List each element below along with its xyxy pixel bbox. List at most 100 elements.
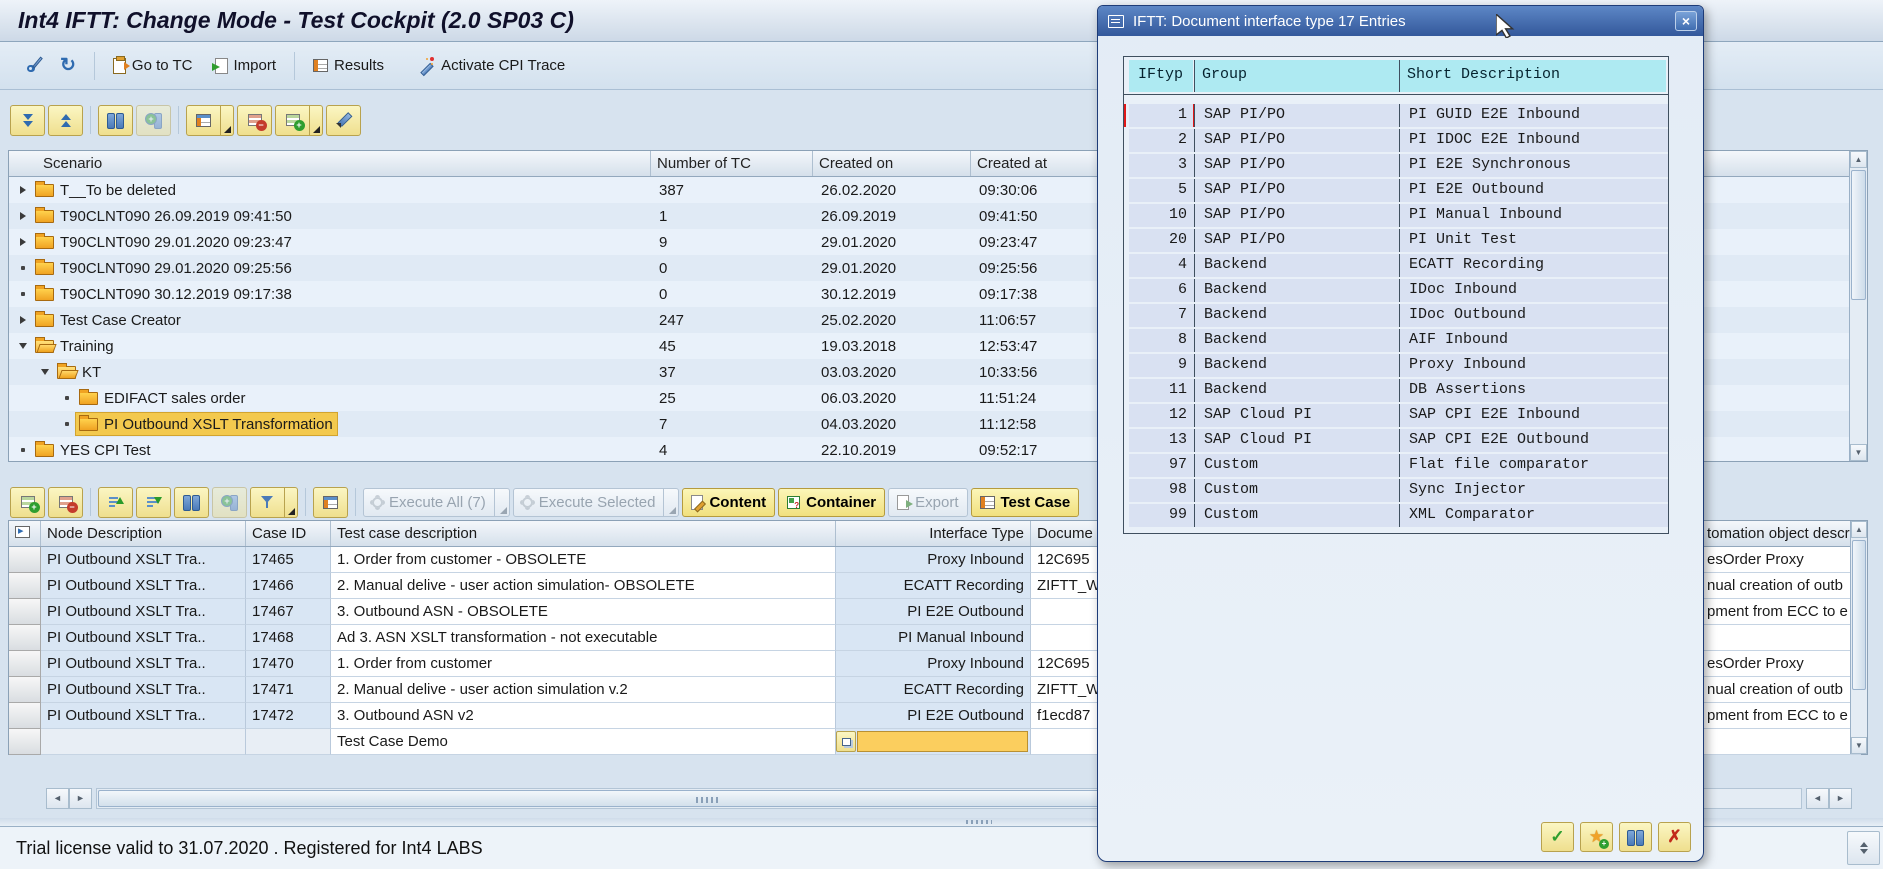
goto-tc-button[interactable]: Go to TC bbox=[105, 49, 201, 83]
delete-row-button[interactable] bbox=[237, 105, 272, 136]
import-button[interactable]: Import bbox=[207, 49, 285, 83]
column-header-test-case-description[interactable]: Test case description bbox=[331, 521, 836, 546]
iftyp-cell[interactable]: 7 bbox=[1124, 304, 1195, 327]
test-case-description-cell[interactable]: 1. Order from customer bbox=[331, 651, 836, 677]
iftyp-cell[interactable]: 20 bbox=[1124, 229, 1195, 252]
scroll-down-arrow[interactable]: ▼ bbox=[1851, 737, 1867, 754]
sort-descending-button[interactable] bbox=[136, 487, 171, 518]
insert-row-dropdown[interactable] bbox=[310, 105, 323, 136]
tree-node-label[interactable]: EDIFACT sales order bbox=[104, 390, 245, 407]
short-description-cell[interactable]: ECATT Recording bbox=[1400, 254, 1668, 277]
popup-column-short-description[interactable]: Short Description bbox=[1400, 60, 1668, 92]
tree-node[interactable]: YES CPI Test bbox=[31, 438, 156, 462]
expander-icon[interactable] bbox=[15, 238, 31, 246]
tree-node-label[interactable]: T90CLNT090 26.09.2019 09:41:50 bbox=[60, 208, 292, 225]
short-description-cell[interactable]: DB Assertions bbox=[1400, 379, 1668, 402]
row-selector[interactable] bbox=[9, 703, 41, 729]
scrollbar-thumb[interactable] bbox=[1851, 170, 1866, 300]
test-case-description-input[interactable]: Test Case Demo bbox=[331, 729, 836, 755]
display-change-button[interactable] bbox=[10, 49, 46, 83]
popup-table-row[interactable]: 6 Backend IDoc Inbound bbox=[1124, 279, 1668, 304]
tree-node-label[interactable]: YES CPI Test bbox=[60, 442, 151, 459]
filter-button[interactable] bbox=[250, 487, 285, 518]
insert-row-button[interactable] bbox=[275, 105, 310, 136]
short-description-cell[interactable]: Proxy Inbound bbox=[1400, 354, 1668, 377]
popup-table-row[interactable]: 97 Custom Flat file comparator bbox=[1124, 454, 1668, 479]
group-cell[interactable]: Backend bbox=[1195, 354, 1400, 377]
tree-node-label[interactable]: KT bbox=[82, 364, 101, 381]
iftyp-cell[interactable]: 5 bbox=[1124, 179, 1195, 202]
case-find-button[interactable] bbox=[174, 487, 209, 518]
popup-titlebar[interactable]: IFTT: Document interface type 17 Entries bbox=[1098, 6, 1703, 36]
row-selector[interactable] bbox=[9, 729, 41, 755]
column-header-node-description[interactable]: Node Description bbox=[41, 521, 246, 546]
case-find-next-button[interactable] bbox=[212, 487, 247, 518]
iftyp-cell[interactable]: 98 bbox=[1124, 479, 1195, 502]
expander-icon[interactable] bbox=[15, 212, 31, 220]
container-button[interactable]: Container bbox=[778, 488, 885, 517]
status-message-list-toggle[interactable] bbox=[1847, 831, 1880, 865]
group-cell[interactable]: Custom bbox=[1195, 454, 1400, 477]
iftyp-cell[interactable]: 99 bbox=[1124, 504, 1195, 527]
value-help-f4-button[interactable] bbox=[836, 731, 856, 752]
interface-type-input[interactable] bbox=[857, 731, 1028, 752]
group-cell[interactable]: SAP Cloud PI bbox=[1195, 404, 1400, 427]
tree-node[interactable]: T90CLNT090 26.09.2019 09:41:50 bbox=[31, 204, 297, 228]
iftyp-cell[interactable]: 13 bbox=[1124, 429, 1195, 452]
scroll-up-arrow[interactable]: ▲ bbox=[1851, 521, 1867, 538]
execute-selected-button[interactable]: Execute Selected bbox=[513, 488, 665, 517]
tree-node[interactable]: T90CLNT090 29.01.2020 09:23:47 bbox=[31, 230, 297, 254]
column-header-case-id[interactable]: Case ID bbox=[246, 521, 331, 546]
results-button[interactable]: Results bbox=[305, 49, 392, 83]
row-selector[interactable] bbox=[9, 625, 41, 651]
popup-new-entries-button[interactable] bbox=[1580, 822, 1613, 852]
test-case-button[interactable]: Test Case bbox=[971, 488, 1080, 517]
iftyp-cell[interactable]: 8 bbox=[1124, 329, 1195, 352]
expander-icon[interactable] bbox=[15, 448, 31, 452]
popup-close-button[interactable] bbox=[1675, 11, 1697, 31]
scroll-down-arrow[interactable]: ▼ bbox=[1850, 444, 1867, 461]
group-cell[interactable]: SAP PI/PO bbox=[1195, 204, 1400, 227]
short-description-cell[interactable]: PI IDOC E2E Inbound bbox=[1400, 129, 1668, 152]
tree-node[interactable]: T90CLNT090 30.12.2019 09:17:38 bbox=[31, 282, 297, 306]
popup-table-row[interactable]: 11 Backend DB Assertions bbox=[1124, 379, 1668, 404]
tree-node[interactable]: PI Outbound XSLT Transformation bbox=[75, 412, 338, 436]
tree-node-label[interactable]: T90CLNT090 29.01.2020 09:23:47 bbox=[60, 234, 292, 251]
group-cell[interactable]: SAP PI/PO bbox=[1195, 129, 1400, 152]
group-cell[interactable]: SAP PI/PO bbox=[1195, 154, 1400, 177]
popup-confirm-button[interactable] bbox=[1541, 822, 1574, 852]
group-cell[interactable]: SAP PI/PO bbox=[1195, 229, 1400, 252]
row-selector[interactable] bbox=[9, 573, 41, 599]
select-all-header[interactable] bbox=[9, 521, 41, 546]
short-description-cell[interactable]: XML Comparator bbox=[1400, 504, 1668, 527]
tree-node-label[interactable]: PI Outbound XSLT Transformation bbox=[104, 416, 333, 433]
row-selector[interactable] bbox=[9, 677, 41, 703]
expander-icon[interactable] bbox=[59, 396, 75, 400]
short-description-cell[interactable]: IDoc Outbound bbox=[1400, 304, 1668, 327]
popup-table-row[interactable]: 10 SAP PI/PO PI Manual Inbound bbox=[1124, 204, 1668, 229]
hierarchy-settings-button[interactable] bbox=[186, 105, 221, 136]
tree-node[interactable]: KT bbox=[53, 360, 106, 384]
execute-all-dropdown[interactable] bbox=[495, 488, 510, 517]
find-button[interactable] bbox=[98, 105, 133, 136]
scroll-right-arrow[interactable]: ► bbox=[69, 788, 92, 809]
short-description-cell[interactable]: PI E2E Synchronous bbox=[1400, 154, 1668, 177]
group-cell[interactable]: Backend bbox=[1195, 254, 1400, 277]
popup-table-row[interactable]: 20 SAP PI/PO PI Unit Test bbox=[1124, 229, 1668, 254]
case-vertical-scrollbar[interactable]: ▲ ▼ bbox=[1850, 521, 1867, 754]
scroll-right-arrow[interactable]: ► bbox=[1829, 788, 1852, 809]
scroll-left-arrow[interactable]: ◄ bbox=[46, 788, 69, 809]
refresh-button[interactable]: ↻ bbox=[52, 49, 84, 83]
group-cell[interactable]: SAP PI/PO bbox=[1195, 179, 1400, 202]
iftyp-cell[interactable]: 11 bbox=[1124, 379, 1195, 402]
find-next-button[interactable] bbox=[136, 105, 171, 136]
tree-node[interactable]: T__To be deleted bbox=[31, 178, 181, 202]
test-case-description-cell[interactable]: 1. Order from customer - OBSOLETE bbox=[331, 547, 836, 573]
column-header-created-on[interactable]: Created on bbox=[813, 151, 971, 176]
expand-all-button[interactable] bbox=[10, 105, 45, 136]
iftyp-cell[interactable]: 12 bbox=[1124, 404, 1195, 427]
group-cell[interactable]: Custom bbox=[1195, 479, 1400, 502]
expander-icon[interactable] bbox=[15, 343, 31, 349]
execute-all-button[interactable]: Execute All (7) bbox=[363, 488, 495, 517]
group-cell[interactable]: SAP Cloud PI bbox=[1195, 429, 1400, 452]
